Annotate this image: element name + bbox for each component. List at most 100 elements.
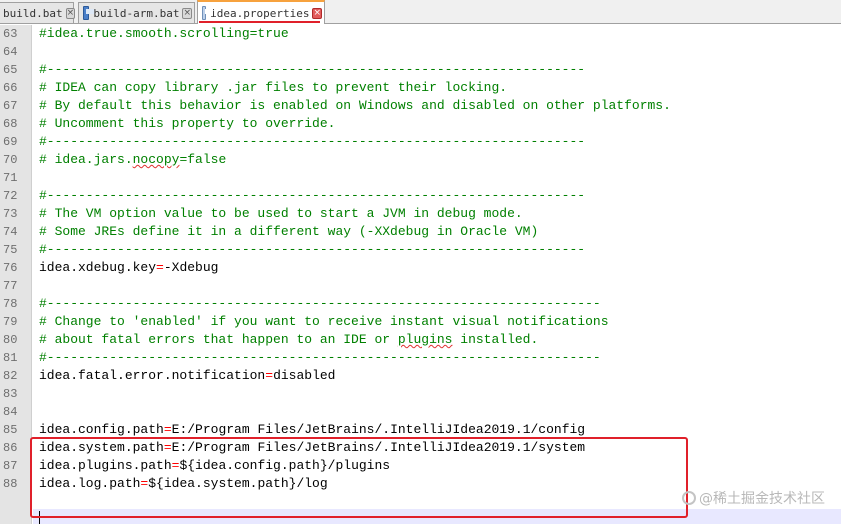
code-token: # about fatal errors that happen to an I… <box>39 332 398 347</box>
line-text: #---------------------------------------… <box>39 295 601 313</box>
line-text: # idea.jars.nocopy=false <box>39 151 226 169</box>
line-text: idea.fatal.error.notification=disabled <box>39 367 335 385</box>
code-line[interactable]: 81 #-------------------------------------… <box>0 349 841 367</box>
code-token: = <box>163 422 172 437</box>
line-text: # Change to 'enabled' if you want to rec… <box>39 313 609 331</box>
code-token: #---------------------------------------… <box>39 134 586 149</box>
line-text: # By default this behavior is enabled on… <box>39 97 671 115</box>
code-token: idea.system.path <box>39 440 164 455</box>
code-line[interactable]: 74 # Some JREs define it in a different w… <box>0 223 841 241</box>
line-number: 72 <box>3 189 18 203</box>
code-line[interactable]: 77 <box>0 277 841 295</box>
watermark-logo-icon <box>682 491 696 505</box>
code-line[interactable]: 76 idea.xdebug.key=-Xdebug <box>0 259 841 277</box>
code-line[interactable]: 64 <box>0 43 841 61</box>
code-line[interactable]: 72 #-------------------------------------… <box>0 187 841 205</box>
save-file-icon <box>202 6 214 20</box>
line-number: 64 <box>3 45 18 59</box>
line-text: idea.log.path=${idea.system.path}/log <box>39 475 328 493</box>
code-line[interactable]: 70 # idea.jars.nocopy=false <box>0 151 841 169</box>
code-line[interactable]: 71 <box>0 169 841 187</box>
line-number: 68 <box>3 117 18 131</box>
code-line[interactable]: 63 #idea.true.smooth.scrolling=true <box>0 25 841 43</box>
code-line[interactable]: 85 idea.config.path=E:/Program Files/JetB… <box>0 421 841 439</box>
code-line[interactable]: 80 # about fatal errors that happen to an… <box>0 331 841 349</box>
tab-label: idea.properties <box>210 6 310 20</box>
code-token: disabled <box>273 368 336 383</box>
code-token: # IDEA can copy library .jar files to pr… <box>39 80 508 95</box>
line-number: 73 <box>3 207 18 221</box>
code-token: nocopy <box>132 152 180 167</box>
code-line[interactable]: 65 #-------------------------------------… <box>0 61 841 79</box>
line-number: 70 <box>3 153 18 167</box>
code-token: idea.fatal.error.notification <box>39 368 266 383</box>
close-icon[interactable]: × <box>182 7 192 19</box>
code-line[interactable]: 79 # Change to 'enabled' if you want to r… <box>0 313 841 331</box>
code-token: ${idea.system.path}/log <box>148 476 328 491</box>
code-token: = <box>163 440 172 455</box>
text-caret <box>39 511 40 524</box>
code-token: idea.xdebug.key <box>39 260 157 275</box>
line-number: 87 <box>3 459 18 473</box>
code-line[interactable]: 66 # IDEA can copy library .jar files to … <box>0 79 841 97</box>
code-token: idea.plugins.path <box>39 458 172 473</box>
code-token: = <box>156 260 164 275</box>
annotation-underline <box>199 21 320 23</box>
code-token: #idea.true.smooth.scrolling=true <box>39 26 289 41</box>
code-line[interactable]: 67 # By default this behavior is enabled … <box>0 97 841 115</box>
code-token: # By default this behavior is enabled on… <box>39 98 671 113</box>
line-text: #---------------------------------------… <box>39 349 601 367</box>
line-number: 75 <box>3 243 18 257</box>
watermark: @稀土掘金技术社区 <box>682 488 825 508</box>
line-number: 63 <box>3 27 18 41</box>
code-token: #---------------------------------------… <box>39 296 601 311</box>
code-line[interactable]: 82 idea.fatal.error.notification=disabled <box>0 367 841 385</box>
line-text: idea.plugins.path=${idea.config.path}/pl… <box>39 457 390 475</box>
line-text: # The VM option value to be used to star… <box>39 205 523 223</box>
line-number: 88 <box>3 477 18 491</box>
code-line[interactable]: 87 idea.plugins.path=${idea.config.path}/… <box>0 457 841 475</box>
line-number: 83 <box>3 387 18 401</box>
code-token: ${idea.config.path}/plugins <box>179 458 391 473</box>
editor[interactable]: 63 #idea.true.smooth.scrolling=true 64 65 #-… <box>0 25 841 524</box>
line-text: #idea.true.smooth.scrolling=true <box>39 25 289 43</box>
line-text: # about fatal errors that happen to an I… <box>39 331 538 349</box>
code-line[interactable]: 84 <box>0 403 841 421</box>
line-number: 74 <box>3 225 18 239</box>
code-line[interactable]: 68 # Uncomment this property to override. <box>0 115 841 133</box>
line-number: 80 <box>3 333 18 347</box>
line-number: 69 <box>3 135 18 149</box>
line-text: # Some JREs define it in a different way… <box>39 223 538 241</box>
code-token: idea.config.path <box>39 422 164 437</box>
line-text: #---------------------------------------… <box>39 187 585 205</box>
code-token: #---------------------------------------… <box>39 62 586 77</box>
code-line[interactable]: 83 <box>0 385 841 403</box>
line-text: #---------------------------------------… <box>39 241 585 259</box>
line-number: 79 <box>3 315 18 329</box>
close-icon[interactable]: × <box>312 7 322 19</box>
close-icon[interactable]: × <box>65 7 76 19</box>
code-line[interactable]: 73 # The VM option value to be used to st… <box>0 205 841 223</box>
line-text: #---------------------------------------… <box>39 61 585 79</box>
tab-build-bat[interactable]: build.bat × <box>0 2 76 23</box>
line-number: 65 <box>3 63 18 77</box>
code-line[interactable]: 86 idea.system.path=E:/Program Files/JetB… <box>0 439 841 457</box>
line-text: idea.system.path=E:/Program Files/JetBra… <box>39 439 585 457</box>
code-line[interactable]: 75 #-------------------------------------… <box>0 241 841 259</box>
line-number: 85 <box>3 423 18 437</box>
line-number: 71 <box>3 171 18 185</box>
code-line[interactable]: 78 #-------------------------------------… <box>0 295 841 313</box>
code-line[interactable]: 69 #-------------------------------------… <box>0 133 841 151</box>
line-number: 84 <box>3 405 18 419</box>
current-line-highlight <box>33 509 841 524</box>
code-token: #---------------------------------------… <box>39 188 586 203</box>
code-token: plugins <box>397 332 453 347</box>
line-number: 82 <box>3 369 18 383</box>
line-text: idea.xdebug.key=-Xdebug <box>39 259 218 277</box>
line-text: idea.config.path=E:/Program Files/JetBra… <box>39 421 585 439</box>
watermark-text: @稀土掘金技术社区 <box>699 491 825 507</box>
code-token: E:/Program Files/JetBrains/.IntelliJIdea… <box>171 422 586 437</box>
line-text: # Uncomment this property to override. <box>39 115 335 133</box>
line-number: 76 <box>3 261 18 275</box>
tab-build-arm-bat[interactable]: build-arm.bat × <box>78 2 195 23</box>
